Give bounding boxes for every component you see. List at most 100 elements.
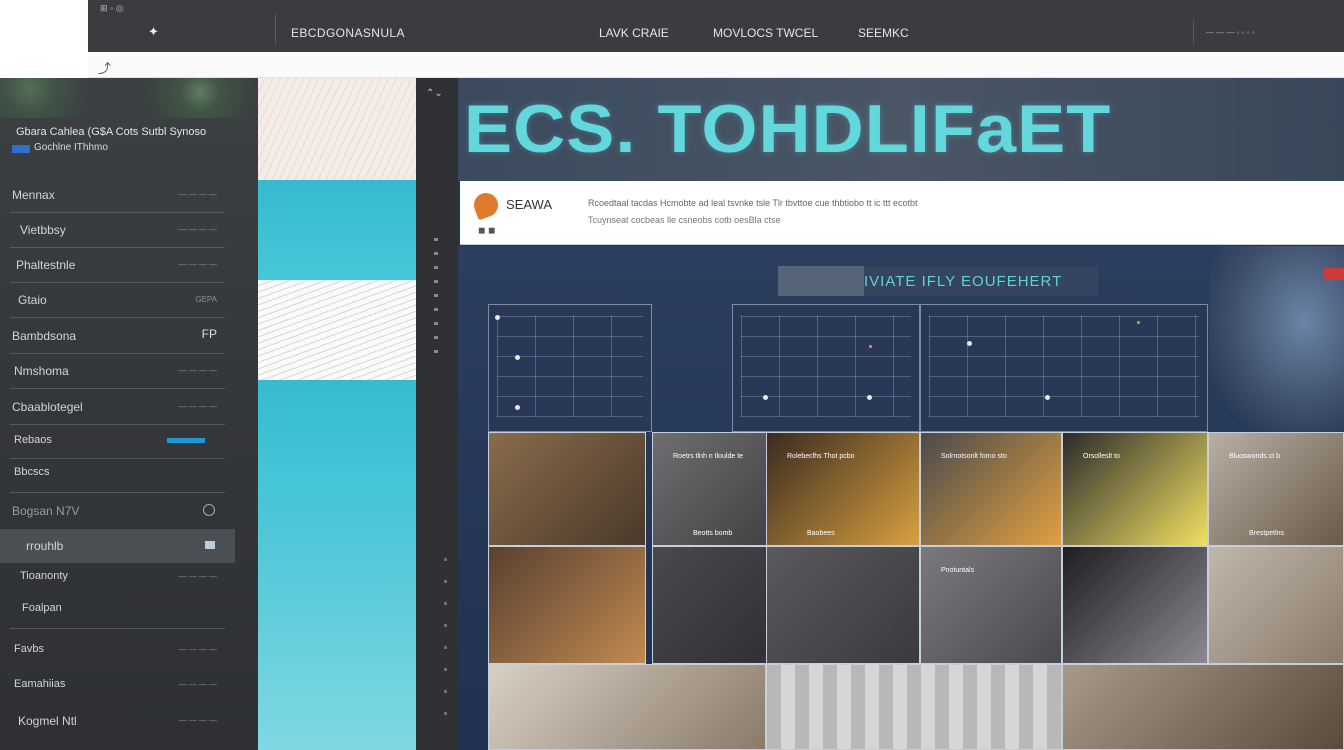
cursor-icon: ⤴ (98, 61, 112, 76)
photo-tile-1[interactable] (488, 432, 646, 546)
photo-tile-10[interactable]: Pnotuntals (920, 546, 1062, 664)
sidebar-item-label: Rebaos (14, 434, 52, 446)
sidebar-item-label: Phaltestnle (16, 258, 76, 272)
divider (10, 317, 225, 318)
profile-line-2: Gochlne IThhmo (34, 142, 108, 153)
hero-title: ECS. TOHDLIFaET (464, 91, 1112, 167)
top-search-field[interactable]: — — — ◦ ◦ ◦ ◦ (1193, 20, 1344, 44)
thumbnail-5[interactable] (258, 494, 416, 750)
sidebar-item-meta: — — — — (178, 680, 217, 689)
sidebar-item-meta: — — — — (178, 190, 217, 199)
sidebar-item-4[interactable]: Gtaio GEPA (0, 283, 235, 317)
thumbnail-2[interactable] (258, 180, 416, 280)
sidebar-item-label: Gtaio (18, 293, 47, 307)
sidebar-item-9[interactable]: Bbcscs (0, 456, 235, 490)
collapse-icon[interactable]: ⌃⌄ (426, 88, 443, 99)
app-logo-icon[interactable]: ✦ (148, 24, 159, 40)
header-icons[interactable]: ◼ ◼ (478, 225, 495, 236)
flag-icon (205, 541, 215, 549)
red-tag[interactable] (1324, 268, 1344, 280)
sidebar-item-meta: — — — — (178, 716, 217, 725)
photo-tile-4[interactable]: Solrnotsonlt fomo sto (920, 432, 1062, 546)
featured-title: IVIATE IFLY EOUFEHERT (864, 273, 1063, 290)
tool-column: ⌃⌄ (416, 78, 458, 750)
photo-caption: Pnotuntals (941, 567, 975, 574)
sidebar-item-label: Kogmel Ntl (18, 714, 77, 728)
sidebar-item-indicator (167, 438, 205, 443)
thumbnail-strip (258, 78, 416, 750)
address-bar[interactable]: ⤴ (88, 52, 1344, 78)
top-app-bar: ⊞ ◦ ◎ ✦ EBCDGONASNULA LAVK CRAIE MOVLOCS… (88, 0, 1344, 52)
divider (275, 14, 276, 44)
sidebar-item-8[interactable]: Rebaos (0, 424, 235, 458)
nav-link-3[interactable]: SEEMKC (858, 26, 909, 40)
sidebar-item-15[interactable]: Eamahiias — — — — (0, 668, 235, 702)
photo-tile-9[interactable] (766, 546, 920, 664)
photo-caption: Rolebeclhs Thot pcbo (787, 453, 855, 460)
divider (10, 492, 225, 493)
sidebar-item-1[interactable]: Mennax — — — — (0, 178, 235, 212)
sidebar-item-label: Vietbbsy (20, 223, 66, 237)
sidebar-item-2[interactable]: Vietbbsy — — — — (0, 213, 235, 247)
photo-tile-13[interactable] (488, 664, 766, 750)
divider (10, 388, 225, 389)
chart-point (515, 355, 520, 360)
chart-point (515, 405, 520, 410)
sidebar-item-16[interactable]: Kogmel Ntl — — — — (0, 704, 235, 738)
sidebar-item-6[interactable]: Nmshoma — — — — (0, 354, 235, 388)
sidebar-item-11[interactable]: rrouhlb (0, 529, 235, 563)
sidebar-item-meta: FP (201, 327, 217, 341)
featured-heading: IVIATE IFLY EOUFEHERT (778, 266, 1098, 296)
chart-grid (929, 315, 1199, 417)
brand-name[interactable]: SEAWA (506, 197, 552, 212)
sidebar-item-14[interactable]: Favbs — — — — (0, 633, 235, 667)
chart-grid (741, 315, 911, 417)
sidebar-item-label: Nmshoma (14, 364, 69, 378)
sidebar-item-13[interactable]: Foalpan (0, 592, 235, 626)
header-text-line-1: Rcoedtaal tacdas Hcmobte ad leal tsvnke … (588, 198, 918, 208)
window-controls[interactable]: ⊞ ◦ ◎ (100, 3, 124, 14)
photo-tile-14[interactable] (766, 664, 1062, 750)
sidebar-item-meta: — — — — (178, 645, 217, 654)
app-window: ⊞ ◦ ◎ ✦ EBCDGONASNULA LAVK CRAIE MOVLOCS… (0, 0, 1344, 750)
photo-caption: Baobees (807, 530, 835, 537)
chart-point (1137, 321, 1140, 324)
scroll-markers (444, 558, 447, 718)
chart-panel-1[interactable] (488, 304, 652, 432)
photo-tile-12[interactable] (1208, 546, 1344, 664)
thumbnail-3[interactable] (258, 280, 416, 380)
thumbnail-1[interactable] (258, 78, 416, 180)
sidebar-item-5[interactable]: Bambdsona FP (0, 319, 235, 353)
photo-tile-7[interactable] (488, 546, 646, 664)
sidebar-item-10[interactable]: Bogsan N7V (0, 494, 235, 528)
photo-tile-3[interactable]: Rolebeclhs Thot pcbo Baobees (766, 432, 920, 546)
scroll-markers (434, 238, 438, 358)
chart-panel-2[interactable] (732, 304, 920, 432)
chart-point (763, 395, 768, 400)
sidebar-item-label: Bambdsona (12, 329, 77, 343)
chart-panel-3[interactable] (920, 304, 1208, 432)
sidebar-item-12[interactable]: Tioanonty — — — — (0, 560, 235, 594)
sidebar-item-7[interactable]: Cbaablotegel — — — — (0, 390, 235, 424)
hero-banner: ECS. TOHDLIFaET (458, 78, 1344, 181)
sidebar-profile[interactable]: Gbara Cahlea (G$A Cots Sutbl Synoso Goch… (10, 118, 235, 168)
sidebar-item-label: Eamahiias (14, 678, 66, 690)
header-text-line-2: Tcuynseat cocbeas lle csneobs cotb oesBl… (588, 215, 781, 225)
sidebar-header-decoration (0, 78, 258, 118)
nav-link-2[interactable]: MOVLOCS TWCEL (713, 26, 818, 40)
app-brand-name[interactable]: EBCDGONASNULA (291, 26, 405, 40)
sidebar-item-3[interactable]: Phaltestnle — — — — (0, 248, 235, 282)
photo-tile-6[interactable]: Bluoswonds ct b Brestpetlns (1208, 432, 1344, 546)
brand-logo-icon[interactable] (470, 189, 502, 221)
sidebar-item-label: Mennax (12, 188, 55, 202)
photo-tile-11[interactable] (1062, 546, 1208, 664)
nav-link-1[interactable]: LAVK CRAIE (599, 26, 669, 40)
photo-tile-15[interactable] (1062, 664, 1344, 750)
thumbnail-4[interactable] (258, 380, 416, 494)
photo-tile-5[interactable]: Orsolleslt to (1062, 432, 1208, 546)
site-header: SEAWA ◼ ◼ Rcoedtaal tacdas Hcmobte ad le… (460, 181, 1344, 245)
photo-caption: Orsolleslt to (1083, 453, 1120, 460)
sidebar-item-meta: — — — — (178, 225, 217, 234)
sidebar-item-meta: — — — — (178, 402, 217, 411)
profile-line-1: Gbara Cahlea (G$A Cots Sutbl Synoso (16, 126, 207, 138)
